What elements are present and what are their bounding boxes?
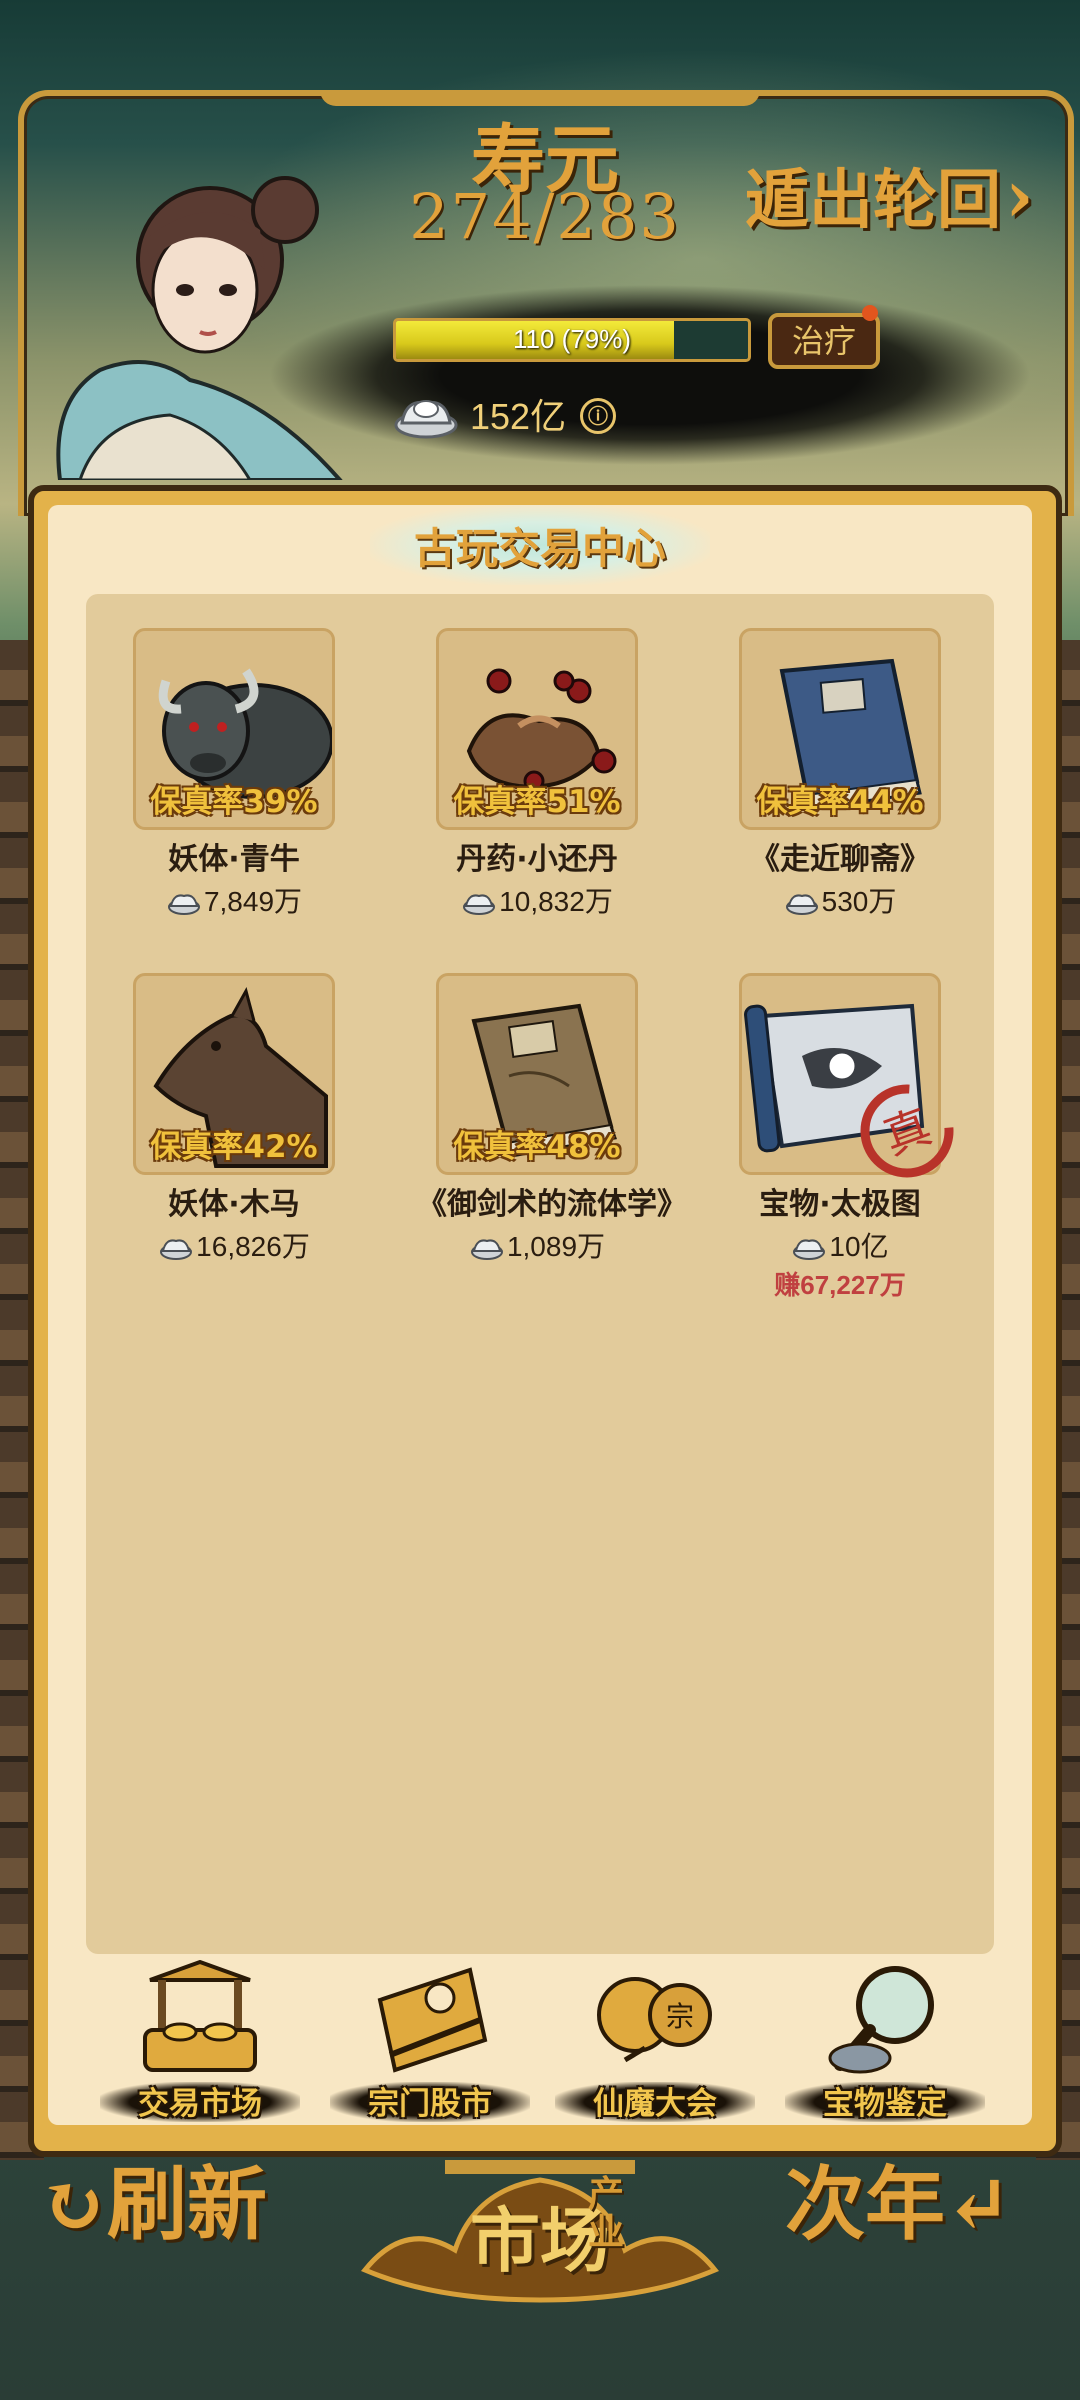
item-name: 妖体·青牛 bbox=[168, 842, 300, 877]
silver-ingot-icon bbox=[394, 400, 458, 439]
item-thumbnail: 保真率48% bbox=[436, 973, 638, 1175]
chevron-right-icon: › bbox=[1005, 152, 1034, 238]
silver-ingot-icon bbox=[793, 1239, 826, 1260]
item-name: 《御剑术的流体学》 bbox=[417, 1187, 687, 1222]
gourd-icon: 宗 bbox=[597, 1977, 712, 2063]
health-bar: 110 (79%) bbox=[393, 318, 751, 362]
next-year-label: 次年 bbox=[785, 2157, 945, 2251]
magnifier-icon bbox=[828, 1966, 934, 2074]
silver-ingot-icon bbox=[470, 1239, 503, 1260]
item-price: 10亿 bbox=[720, 1225, 960, 1265]
item-thumbnail: 保真率51% bbox=[436, 628, 638, 830]
refresh-icon: ↻ bbox=[40, 2157, 108, 2251]
item-card[interactable]: 保真率44% 《走近聊斋》 530万 bbox=[720, 628, 960, 920]
item-card[interactable]: 保真率48% 《御剑术的流体学》 1,089万 bbox=[417, 973, 687, 1265]
authenticity-rate: 保真率39% bbox=[150, 784, 318, 820]
market-subtitle: 产业 bbox=[588, 2173, 625, 2253]
silver-ingot-icon bbox=[160, 1239, 193, 1260]
authenticity-rate: 保真率42% bbox=[150, 1129, 318, 1165]
item-price-value: 1,089万 bbox=[506, 1231, 606, 1262]
item-thumbnail: 保真率39% bbox=[133, 628, 335, 830]
nav-sect-stock[interactable]: 宗门股市 bbox=[320, 1960, 540, 2122]
nav-trade-market[interactable]: 交易市场 bbox=[90, 1960, 310, 2122]
character-avatar[interactable] bbox=[40, 150, 370, 480]
silver-ingot-icon bbox=[463, 894, 496, 915]
authenticity-rate: 保真率48% bbox=[453, 1129, 621, 1165]
nav-immortal-demon-conference[interactable]: 宗 仙魔大会 bbox=[545, 1960, 765, 2122]
authenticity-rate: 保真率51% bbox=[453, 784, 621, 820]
item-price: 16,826万 bbox=[114, 1225, 354, 1265]
money-amount: 152亿 bbox=[470, 396, 567, 437]
authentic-stamp-icon: 真 bbox=[860, 1084, 954, 1178]
refresh-button[interactable]: ↻刷新 bbox=[40, 2140, 267, 2260]
lifespan-value: 274/283 bbox=[409, 180, 681, 253]
item-price-value: 530万 bbox=[821, 886, 897, 917]
ink-brush-banner bbox=[270, 275, 1030, 475]
item-price: 1,089万 bbox=[417, 1225, 657, 1265]
heal-button[interactable]: 治疗 bbox=[768, 313, 880, 369]
item-earnings: 赚67,227万 bbox=[774, 1270, 906, 1300]
info-icon[interactable]: ⓘ bbox=[580, 398, 616, 434]
item-thumbnail: 真 bbox=[739, 973, 954, 1178]
panel-title: 古玩交易中心 bbox=[413, 524, 666, 573]
item-card[interactable]: 保真率39% 妖体·青牛 7,849万 bbox=[114, 628, 354, 920]
nav-label: 交易市场 bbox=[138, 2086, 262, 2122]
authenticity-rate: 保真率44% bbox=[756, 784, 924, 820]
item-price-value: 10亿 bbox=[829, 1231, 889, 1262]
item-price-value: 16,826万 bbox=[196, 1231, 310, 1262]
item-name: 《走近聊斋》 bbox=[750, 842, 930, 877]
escape-reincarnation-button[interactable]: 遁出轮回 › bbox=[745, 140, 1055, 250]
item-price-value: 7,849万 bbox=[203, 886, 303, 917]
stamp-text: 真 bbox=[876, 1099, 938, 1165]
item-price: 10,832万 bbox=[417, 880, 657, 920]
nav-treasure-appraisal[interactable]: 宝物鉴定 bbox=[775, 1960, 995, 2122]
next-year-button[interactable]: 次年↵ bbox=[785, 2140, 1012, 2260]
next-year-icon: ↵ bbox=[945, 2157, 1013, 2251]
item-card[interactable]: 真 宝物·太极图 10亿 赚67,227万 bbox=[720, 973, 960, 1302]
refresh-label: 刷新 bbox=[107, 2157, 268, 2251]
svg-text:宗: 宗 bbox=[666, 2000, 694, 2033]
stock-scroll-icon bbox=[377, 1967, 488, 2073]
item-name: 妖体·木马 bbox=[168, 1187, 300, 1222]
silver-ingot-icon bbox=[167, 894, 200, 915]
item-card[interactable]: 保真率51% 丹药·小还丹 10,832万 bbox=[417, 628, 657, 920]
item-name: 丹药·小还丹 bbox=[456, 842, 618, 877]
nav-label: 宝物鉴定 bbox=[823, 2086, 947, 2122]
item-thumbnail: 保真率44% bbox=[739, 628, 941, 830]
item-price: 7,849万 bbox=[114, 880, 354, 920]
nav-label: 仙魔大会 bbox=[593, 2086, 717, 2122]
market-stall-icon bbox=[143, 1960, 257, 2072]
nav-label: 宗门股市 bbox=[368, 2086, 492, 2122]
silver-ingot-icon bbox=[785, 894, 818, 915]
health-bar-text: 110 (79%) bbox=[512, 324, 632, 354]
notification-dot bbox=[862, 305, 878, 321]
item-price: 530万 bbox=[720, 880, 960, 920]
item-card[interactable]: 保真率42% 妖体·木马 16,826万 bbox=[114, 973, 354, 1265]
escape-reincarnation-label: 遁出轮回 bbox=[745, 163, 1001, 238]
item-thumbnail: 保真率42% bbox=[133, 973, 335, 1175]
item-price-value: 10,832万 bbox=[499, 886, 613, 917]
